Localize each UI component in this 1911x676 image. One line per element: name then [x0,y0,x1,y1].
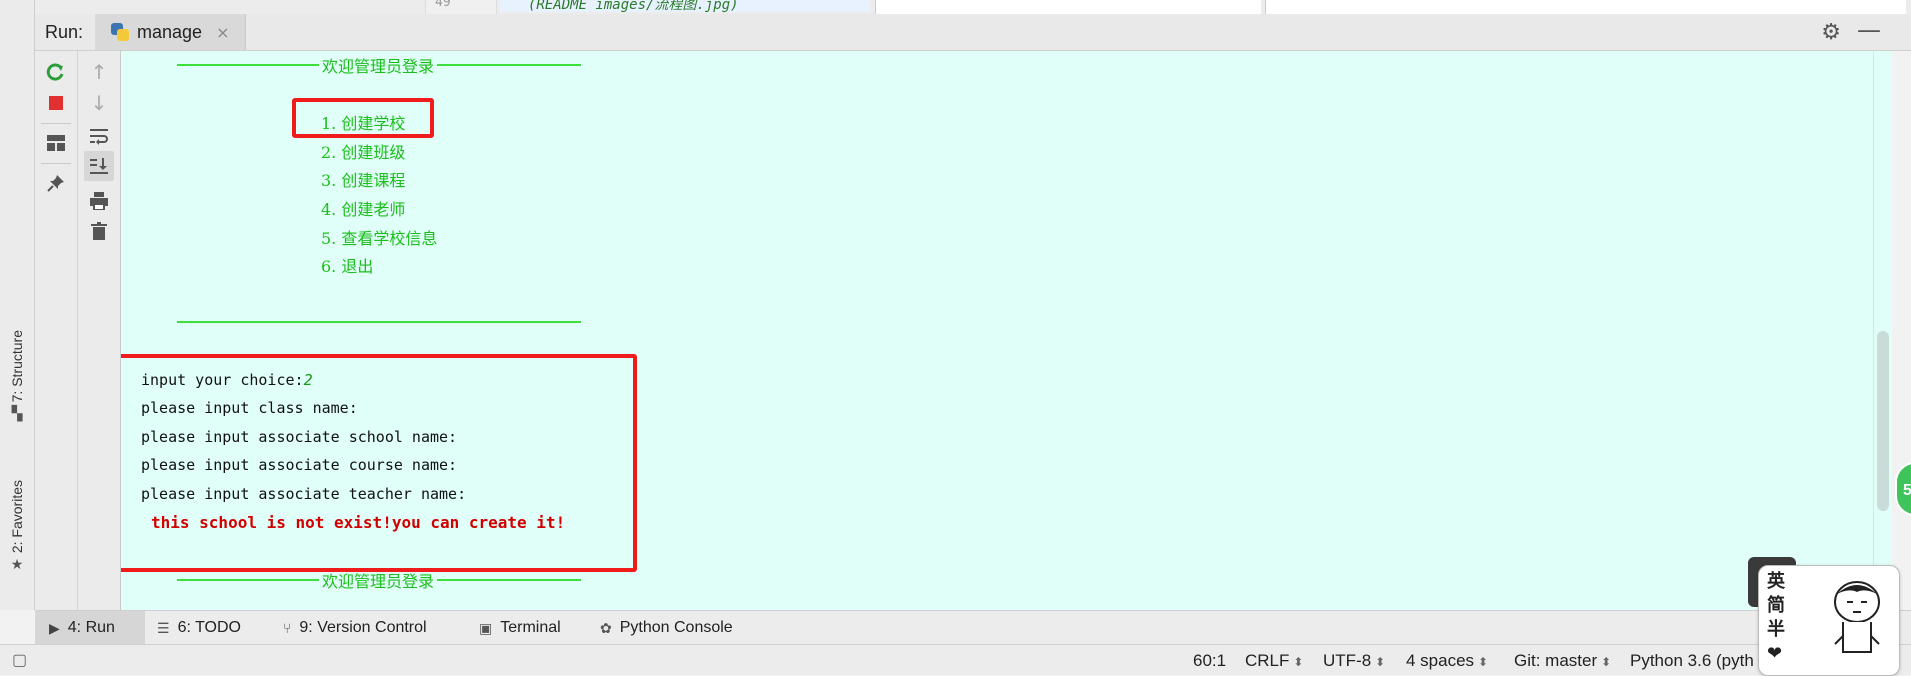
run-toolbar-primary [35,51,78,610]
editor-right-pane-2 [1265,0,1906,14]
editor-line[interactable]: (README images/流程图.jpg) [500,0,870,13]
chevron-icon: ⬍ [1293,655,1304,669]
pin-icon[interactable] [41,168,71,198]
caret-position[interactable]: 60:1 [1193,651,1226,671]
tab-todo[interactable]: ☰ 6: TODO [157,611,241,645]
arrow-down-icon[interactable]: ↓ [84,88,114,118]
minimize-icon[interactable]: — [1857,16,1881,44]
interpreter-label: Python 3.6 (pyth [1630,651,1754,670]
layout-icon[interactable] [41,128,71,158]
menu-item: 5. 查看学校信息 [321,229,438,248]
chevron-icon: ⬍ [1375,655,1386,669]
scroll-to-end-icon[interactable] [84,151,114,181]
ime-status-panel[interactable]: 英 简 半 ❤ [1758,565,1900,676]
soft-wrap-icon[interactable] [84,121,114,151]
git-branch-widget[interactable]: Git: master ⬍ [1514,651,1611,671]
tab-version-control[interactable]: ⑂ 9: Version Control [283,611,427,645]
gear-icon[interactable]: ⚙ [1821,20,1841,45]
structure-icon: ▚ [11,406,23,423]
floating-bubble[interactable]: 5 [1895,462,1911,516]
mascot-icon [1834,581,1880,653]
header-title: 欢迎管理员登录 [319,53,438,77]
left-tool-strip: 7: Structure ▚ 2: Favorites ★ [0,0,35,610]
menu-item: 4. 创建老师 [321,200,406,219]
run-toolbar-secondary: ↑ ↓ [78,51,121,610]
editor-right-pane [875,0,1261,14]
indent-label: 4 spaces [1406,651,1475,670]
todo-icon: ☰ [157,619,170,636]
tab-version-control-label: 9: Version Control [299,619,427,636]
console-scrollbar[interactable] [1873,51,1892,610]
favorites-tab[interactable]: 2: Favorites ★ [0,480,34,573]
ime-mode: 简 [1767,595,1785,616]
python-console-icon: ✿ [600,619,612,636]
editor-line-number: 49 [435,0,451,10]
star-icon: ★ [10,557,24,574]
favorites-tab-label: 2: Favorites [9,480,25,554]
version-control-icon: ⑂ [283,620,292,636]
run-tab-label: manage [137,21,203,42]
tab-python-console-label: Python Console [619,619,733,636]
tab-run-label: 4: Run [67,619,115,636]
line-separator-label: CRLF [1245,651,1290,670]
editor-peek: 49 (README images/流程图.jpg) [35,0,1911,15]
structure-tab-label: 7: Structure [9,330,25,403]
tool-window-tabbar: ▶ 4: Run ☰ 6: TODO ⑂ 9: Version Control … [35,610,1911,645]
editor-code-fragment: (README images/流程图.jpg) [528,0,739,13]
terminal-icon: ▣ [479,619,493,636]
run-window-title: Run: [45,22,84,42]
highlight-box-menu [292,98,434,138]
line-separator-widget[interactable]: CRLF ⬍ [1245,651,1303,671]
menu-item: 6. 退出 [321,257,374,276]
encoding-widget[interactable]: UTF-8 ⬍ [1323,651,1385,671]
tab-todo-label: 6: TODO [177,619,241,636]
tab-terminal-label: Terminal [500,619,561,636]
menu-item: 2. 创建班级 [321,143,406,162]
highlight-box-output [121,354,637,572]
run-tab-manage[interactable]: manage × [95,14,246,50]
close-icon[interactable]: × [216,23,229,42]
run-window-header: Run: manage × ⚙ — [35,14,1911,51]
menu-item: 3. 创建课程 [321,171,406,190]
tab-run[interactable]: ▶ 4: Run [35,611,145,645]
run-icon: ▶ [49,619,60,636]
chevron-icon: ⬍ [1601,655,1612,669]
indent-widget[interactable]: 4 spaces ⬍ [1406,651,1488,671]
rerun-icon[interactable] [41,57,71,87]
heart-icon: ❤ [1767,643,1783,664]
chevron-icon: ⬍ [1478,655,1489,669]
arrow-up-icon[interactable]: ↑ [84,57,114,87]
status-bar: ▢ 60:1 CRLF ⬍ UTF-8 ⬍ 4 spaces ⬍ Git: maste… [0,644,1911,675]
tab-terminal[interactable]: ▣ Terminal [479,611,561,645]
ime-lang: 英 [1767,571,1785,592]
tab-python-console[interactable]: ✿ Python Console [600,611,733,645]
stop-icon[interactable] [41,88,71,118]
footer-separator [177,321,581,323]
python-icon [111,23,129,41]
structure-tab[interactable]: 7: Structure ▚ [0,330,34,422]
ime-width: 半 [1767,619,1785,640]
git-branch-label: Git: master [1514,651,1598,670]
scroll-thumb[interactable] [1877,331,1889,511]
console-output[interactable]: 欢迎管理员登录 1. 创建学校 2. 创建班级 3. 创建课程 4. 创建老师 … [121,51,1873,610]
expand-panels-icon[interactable]: ▢ [12,650,27,670]
interpreter-widget[interactable]: Python 3.6 (pyth [1630,651,1754,671]
trash-icon[interactable] [84,216,114,246]
print-icon[interactable] [84,186,114,216]
encoding-label: UTF-8 [1323,651,1372,670]
